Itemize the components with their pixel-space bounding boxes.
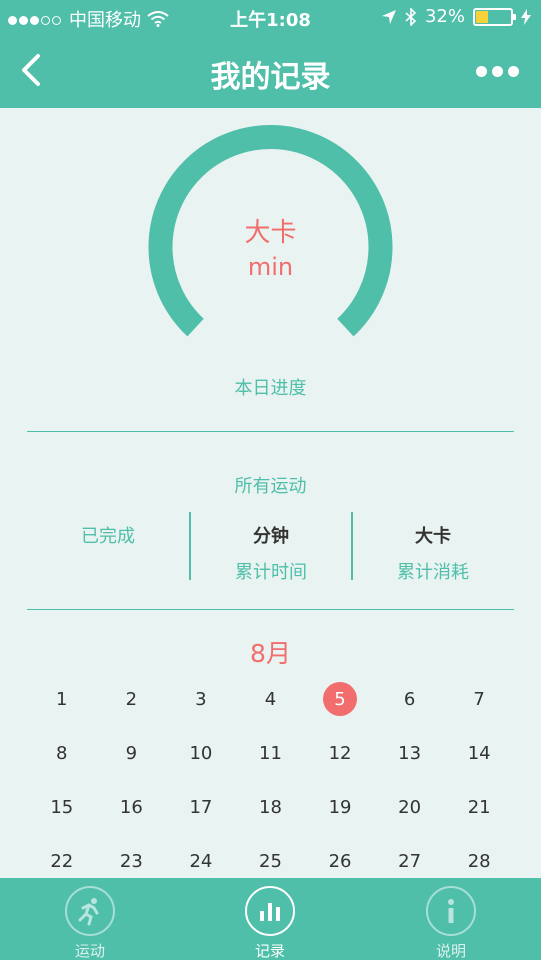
calendar-day-number: 24 (189, 850, 213, 872)
calendar-day[interactable]: 12 (305, 743, 375, 764)
calendar-day-number: 14 (467, 742, 491, 764)
calendar-day[interactable]: 5 (305, 682, 375, 716)
nav-bar: 我的记录 (0, 34, 541, 108)
calendar-day[interactable]: 8 (27, 743, 97, 764)
calendar-day-number: 16 (119, 796, 143, 818)
stat-value: 大卡 (415, 526, 451, 547)
calendar-day[interactable]: 18 (236, 797, 306, 818)
calendar-grid: 1 2 3 4 5 6 7 8 9 10 11 12 13 14 15 16 17 18 19 20 21 22 23 24 2… (27, 672, 514, 888)
chart-icon (245, 886, 295, 936)
divider (27, 609, 514, 610)
calendar-day[interactable]: 2 (97, 689, 167, 710)
calendar-day-number: 22 (50, 850, 74, 872)
calendar-week: 1 2 3 4 5 6 7 (27, 672, 514, 726)
calendar-week: 8 9 10 11 12 13 14 (27, 726, 514, 780)
calendar-day[interactable]: 26 (305, 851, 375, 872)
stat-value: 已完成 (81, 526, 135, 547)
calendar-day-number: 18 (259, 796, 282, 818)
calendar-day[interactable]: 27 (375, 851, 445, 872)
calendar-day-number: 28 (467, 850, 491, 872)
stat-label: 累计消耗 (397, 562, 469, 583)
calendar-day[interactable]: 17 (166, 797, 236, 818)
calendar-day-number: 11 (259, 742, 282, 764)
calendar-week: 15 16 17 18 19 20 21 (27, 780, 514, 834)
calendar-day-number: 9 (125, 742, 138, 764)
calendar-day-number: 25 (259, 850, 282, 872)
tab-sport[interactable]: 运动 (0, 878, 180, 960)
tab-label: 运动 (74, 942, 105, 960)
calendar-day[interactable]: 4 (236, 689, 306, 710)
calendar-day[interactable]: 1 (27, 689, 97, 710)
info-icon (426, 886, 476, 936)
calendar-day-number: 12 (328, 742, 352, 764)
run-icon (65, 886, 115, 936)
calendar-day-number: 8 (56, 742, 68, 764)
calendar-month: 8月 (250, 639, 291, 668)
more-icon[interactable] (476, 66, 519, 77)
tab-label: 说明 (435, 942, 466, 960)
calendar-day-number: 21 (467, 796, 491, 818)
calendar-day[interactable]: 20 (375, 797, 445, 818)
calendar-day[interactable]: 15 (27, 797, 97, 818)
calendar-day[interactable]: 10 (166, 743, 236, 764)
bluetooth-icon (405, 7, 417, 26)
gauge-calories-unit: 大卡 (244, 218, 297, 248)
calendar-day[interactable]: 11 (236, 743, 306, 764)
calendar-day[interactable]: 3 (166, 689, 236, 710)
calendar-day-number: 20 (398, 796, 422, 818)
gauge-minutes-unit: min (247, 253, 294, 281)
calendar-day-selected: 5 (323, 682, 358, 716)
calendar-day[interactable]: 14 (444, 743, 514, 764)
calendar-day-number: 15 (50, 796, 74, 818)
stat-value: 分钟 (253, 526, 289, 547)
calendar-day-number: 3 (195, 688, 207, 710)
calendar-day[interactable]: 19 (305, 797, 375, 818)
location-icon (381, 9, 396, 24)
calendar-day-number: 4 (264, 688, 277, 710)
calendar-day[interactable]: 25 (236, 851, 306, 872)
calendar-day-number: 2 (125, 688, 138, 710)
calendar-day-number: 23 (119, 850, 143, 872)
status-bar: 中国移动 上午1:08 32% (0, 0, 541, 34)
calendar-day-number: 17 (189, 796, 213, 818)
calendar-day[interactable]: 21 (444, 797, 514, 818)
calendar-day-number: 1 (56, 688, 68, 710)
summary-stats: 已完成 分钟 累计时间 大卡 累计消耗 (27, 512, 514, 583)
tab-info[interactable]: 说明 (361, 878, 541, 960)
stat-completed: 已完成 (27, 512, 189, 580)
calendar-day[interactable]: 23 (97, 851, 167, 872)
stat-minutes: 分钟 累计时间 (190, 512, 352, 583)
stat-calories: 大卡 累计消耗 (352, 512, 514, 583)
calendar-day[interactable]: 13 (375, 743, 445, 764)
calendar-day[interactable]: 24 (166, 851, 236, 872)
calendar-day-number: 7 (473, 688, 485, 710)
calendar-day-number: 13 (398, 742, 422, 764)
battery-percent: 32% (424, 6, 465, 27)
calendar-day[interactable]: 6 (375, 689, 445, 710)
divider (27, 431, 514, 432)
calendar-day[interactable]: 22 (27, 851, 97, 872)
calendar-day[interactable]: 16 (97, 797, 167, 818)
calendar-day-number: 26 (328, 850, 352, 872)
calendar-day-number: 27 (398, 850, 422, 872)
calendar-day-number: 6 (403, 688, 416, 710)
calendar-day[interactable]: 28 (444, 851, 514, 872)
tab-label: 记录 (254, 942, 285, 960)
charging-icon (521, 8, 531, 25)
tab-bar: 运动 记录 说明 (0, 878, 541, 960)
calendar-day-number: 19 (328, 796, 352, 818)
calendar-day[interactable]: 7 (444, 689, 514, 710)
all-sports-title: 所有运动 (234, 476, 307, 497)
page-title: 我的记录 (210, 60, 331, 95)
calendar-day[interactable]: 9 (97, 743, 167, 764)
today-progress-label: 本日进度 (234, 378, 307, 399)
battery-icon (473, 7, 516, 26)
stat-label: 累计时间 (235, 562, 307, 583)
tab-record[interactable]: 记录 (180, 878, 360, 960)
calendar-day-number: 10 (189, 742, 213, 764)
